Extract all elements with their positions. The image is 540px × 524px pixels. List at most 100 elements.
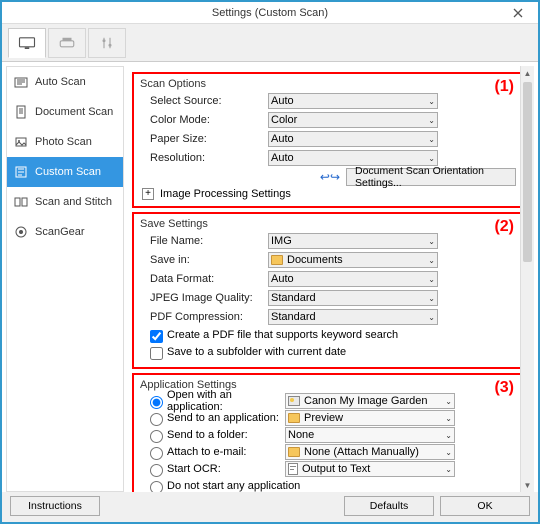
sidebar-item-auto-scan[interactable]: Auto Scan xyxy=(7,67,123,97)
data-format-dropdown[interactable]: Auto⌄ xyxy=(268,271,438,287)
label-pdf-compression: PDF Compression: xyxy=(140,311,268,323)
defaults-button[interactable]: Defaults xyxy=(344,496,434,516)
checkbox-subfolder-date[interactable] xyxy=(150,347,163,360)
send-to-folder-dropdown[interactable]: None⌄ xyxy=(285,427,455,443)
select-source-dropdown[interactable]: Auto⌄ xyxy=(268,93,438,109)
photo-scan-icon xyxy=(13,134,29,150)
chevron-down-icon: ⌄ xyxy=(445,397,452,406)
resolution-dropdown[interactable]: Auto⌄ xyxy=(268,150,438,166)
marker-1: (1) xyxy=(494,78,514,96)
scanner-icon xyxy=(58,36,76,50)
checkbox-keyword-pdf[interactable] xyxy=(150,330,163,343)
label-save-in: Save in: xyxy=(140,254,268,266)
pdf-compression-dropdown[interactable]: Standard⌄ xyxy=(268,309,438,325)
document-scan-icon xyxy=(13,104,29,120)
chevron-down-icon: ⌄ xyxy=(428,97,435,106)
label-resolution: Resolution: xyxy=(140,152,268,164)
label-data-format: Data Format: xyxy=(140,273,268,285)
sidebar-item-document-scan[interactable]: Document Scan xyxy=(7,97,123,127)
label-color-mode: Color Mode: xyxy=(140,114,268,126)
sidebar-item-scangear[interactable]: ScanGear xyxy=(7,217,123,247)
sidebar-item-label: Auto Scan xyxy=(35,76,86,88)
stitch-icon xyxy=(13,194,29,210)
save-settings-title: Save Settings xyxy=(140,218,516,230)
color-mode-dropdown[interactable]: Color⌄ xyxy=(268,112,438,128)
sidebar-item-label: Scan and Stitch xyxy=(35,196,112,208)
footer: Instructions Defaults OK xyxy=(2,492,538,520)
vertical-scrollbar[interactable]: ▲ ▼ xyxy=(520,66,534,492)
close-icon xyxy=(513,8,523,18)
auto-scan-icon xyxy=(13,74,29,90)
orientation-settings-button[interactable]: Document Scan Orientation Settings... xyxy=(346,168,516,186)
chevron-down-icon: ⌄ xyxy=(428,135,435,144)
chevron-down-icon: ⌄ xyxy=(428,275,435,284)
tab-general-settings[interactable] xyxy=(88,28,126,58)
top-tabstrip xyxy=(2,24,538,62)
jpeg-quality-dropdown[interactable]: Standard⌄ xyxy=(268,290,438,306)
label-send-to-app: Send to an application: xyxy=(167,412,285,424)
label-start-ocr: Start OCR: xyxy=(167,463,285,475)
chevron-down-icon: ⌄ xyxy=(428,313,435,322)
radio-start-ocr[interactable] xyxy=(150,464,163,477)
chevron-down-icon: ⌄ xyxy=(445,414,452,423)
sidebar-item-custom-scan[interactable]: Custom Scan xyxy=(7,157,123,187)
marker-3: (3) xyxy=(494,379,514,397)
scrollbar-thumb[interactable] xyxy=(523,82,532,262)
sidebar-item-label: Photo Scan xyxy=(35,136,92,148)
image-processing-expander[interactable]: + Image Processing Settings xyxy=(140,188,516,200)
scangear-icon xyxy=(13,224,29,240)
refresh-icon[interactable]: ↩↪ xyxy=(320,170,340,184)
chevron-down-icon: ⌄ xyxy=(445,448,452,457)
tab-scan-from-computer[interactable] xyxy=(8,28,46,58)
attach-email-dropdown[interactable]: None (Attach Manually)⌄ xyxy=(285,444,455,460)
label-select-source: Select Source: xyxy=(140,95,268,107)
file-name-field[interactable]: IMG⌄ xyxy=(268,233,438,249)
folder-icon xyxy=(288,447,300,457)
sidebar-item-photo-scan[interactable]: Photo Scan xyxy=(7,127,123,157)
scroll-up-arrow-icon[interactable]: ▲ xyxy=(521,66,534,80)
label-file-name: File Name: xyxy=(140,235,268,247)
image-processing-label: Image Processing Settings xyxy=(160,188,291,200)
sidebar: Auto Scan Document Scan Photo Scan Custo… xyxy=(6,66,124,492)
text-icon xyxy=(288,463,298,475)
radio-open-with-app[interactable] xyxy=(150,396,163,409)
instructions-button[interactable]: Instructions xyxy=(10,496,100,516)
chevron-down-icon: ⌄ xyxy=(445,431,452,440)
sidebar-item-label: Document Scan xyxy=(35,106,113,118)
scroll-down-arrow-icon[interactable]: ▼ xyxy=(521,478,534,492)
label-jpeg-quality: JPEG Image Quality: xyxy=(140,292,268,304)
section-application-settings: (3) Application Settings Open with an ap… xyxy=(132,373,524,492)
folder-icon xyxy=(271,255,283,265)
folder-icon xyxy=(288,413,300,423)
main-panel: (1) Scan Options Select Source: Auto⌄ Co… xyxy=(124,66,534,492)
open-with-app-dropdown[interactable]: Canon My Image Garden⌄ xyxy=(285,393,455,409)
label-send-to-folder: Send to a folder: xyxy=(167,429,285,441)
save-in-dropdown[interactable]: Documents⌄ xyxy=(268,252,438,268)
sidebar-item-label: ScanGear xyxy=(35,226,85,238)
radio-attach-email[interactable] xyxy=(150,447,163,460)
start-ocr-dropdown[interactable]: Output to Text⌄ xyxy=(285,461,455,477)
radio-send-to-app[interactable] xyxy=(150,413,163,426)
section-save-settings: (2) Save Settings File Name: IMG⌄ Save i… xyxy=(132,212,524,369)
plus-icon: + xyxy=(142,188,154,200)
chevron-down-icon: ⌄ xyxy=(428,237,435,246)
tab-scan-from-panel[interactable] xyxy=(48,28,86,58)
send-to-app-dropdown[interactable]: Preview⌄ xyxy=(285,410,455,426)
sidebar-item-scan-and-stitch[interactable]: Scan and Stitch xyxy=(7,187,123,217)
radio-send-to-folder[interactable] xyxy=(150,430,163,443)
section-scan-options: (1) Scan Options Select Source: Auto⌄ Co… xyxy=(132,72,524,208)
label-attach-email: Attach to e-mail: xyxy=(167,446,285,458)
chevron-down-icon: ⌄ xyxy=(428,294,435,303)
title-bar: Settings (Custom Scan) xyxy=(2,2,538,24)
window-title: Settings (Custom Scan) xyxy=(212,7,328,19)
close-button[interactable] xyxy=(498,2,538,24)
chevron-down-icon: ⌄ xyxy=(428,154,435,163)
chevron-down-icon: ⌄ xyxy=(428,116,435,125)
paper-size-dropdown[interactable]: Auto⌄ xyxy=(268,131,438,147)
label-open-with-app: Open with an application: xyxy=(167,389,285,413)
radio-do-not-start[interactable] xyxy=(150,481,163,493)
chevron-down-icon: ⌄ xyxy=(428,256,435,265)
label-paper-size: Paper Size: xyxy=(140,133,268,145)
chevron-down-icon: ⌄ xyxy=(445,465,452,474)
ok-button[interactable]: OK xyxy=(440,496,530,516)
